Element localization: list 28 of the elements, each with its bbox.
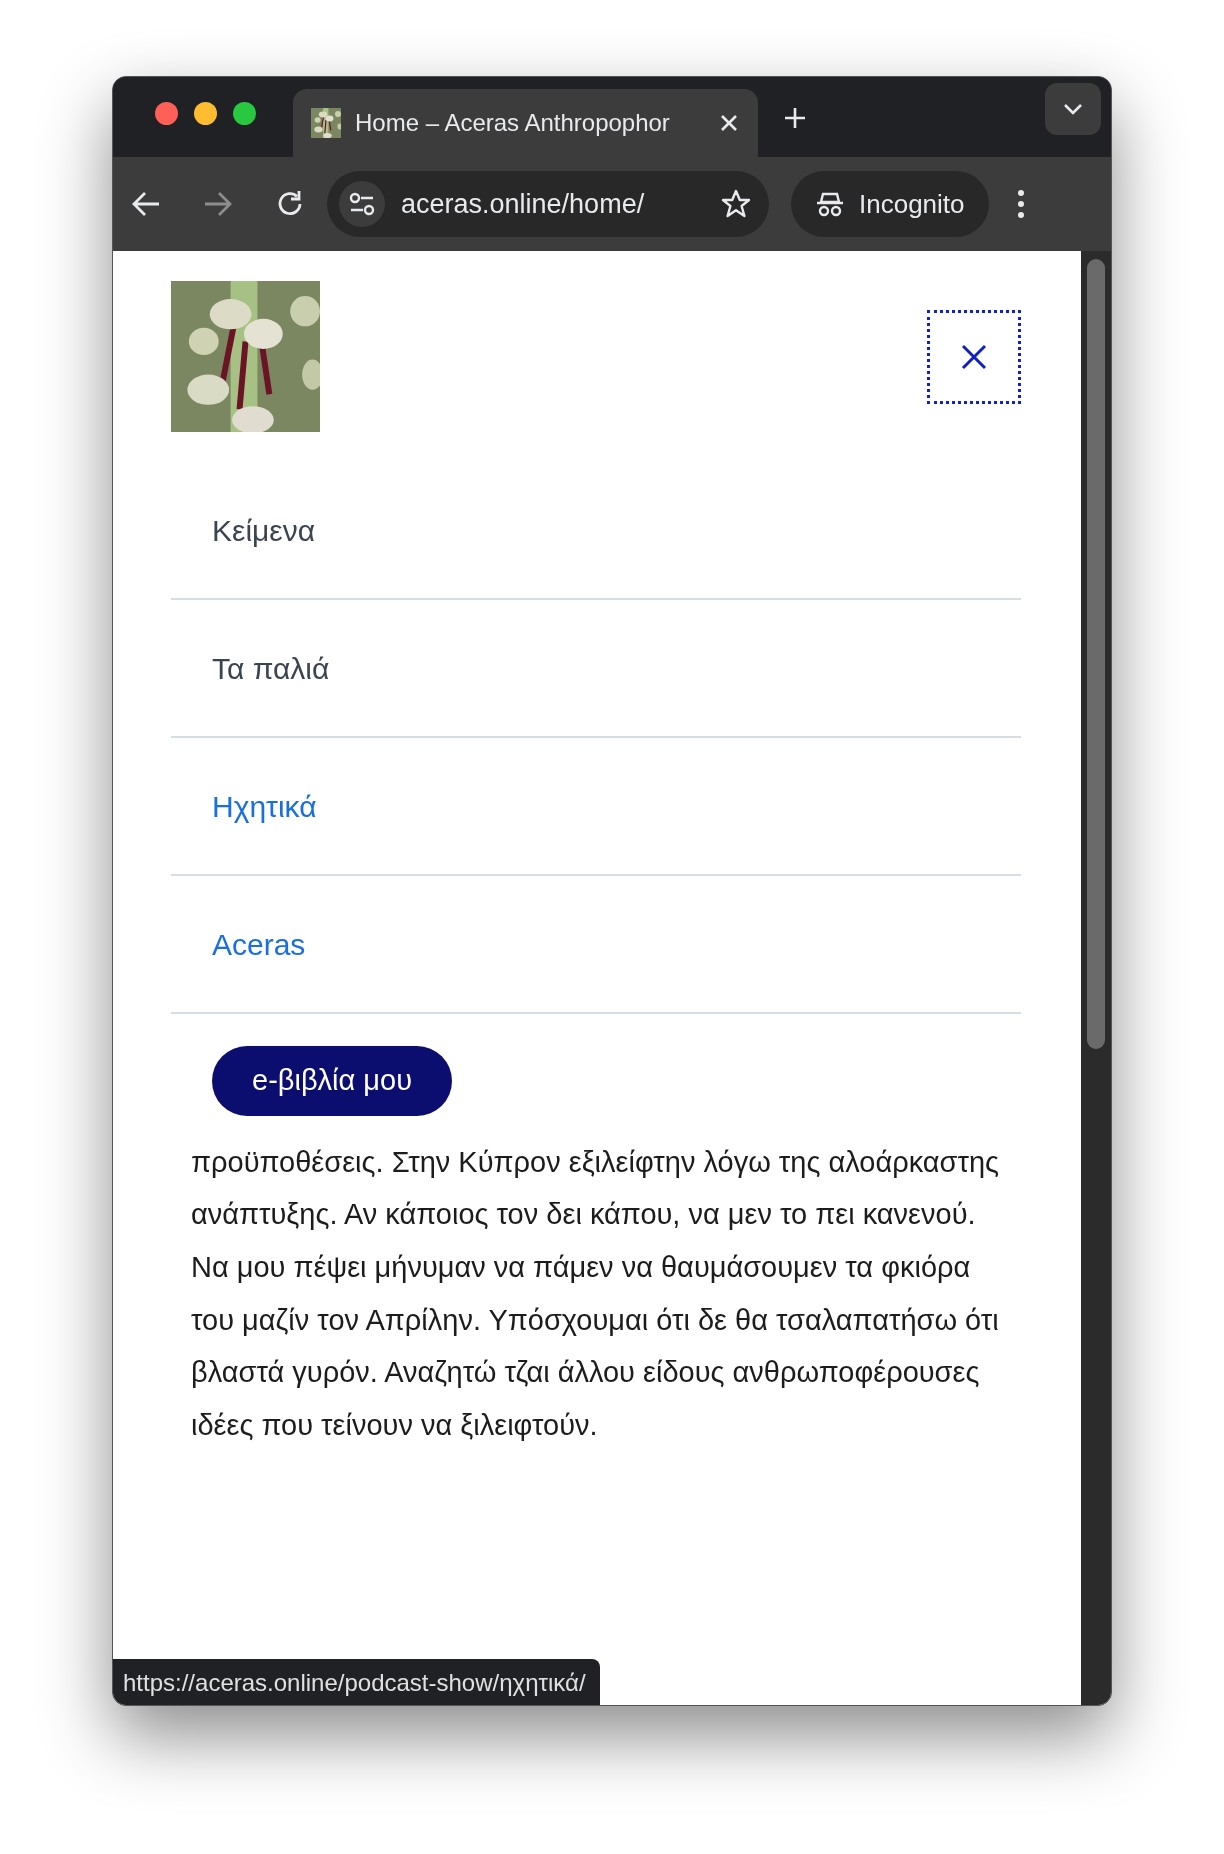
maximize-button[interactable] bbox=[233, 102, 256, 125]
forward-icon[interactable] bbox=[203, 190, 233, 218]
menu-link[interactable]: Τα παλιά bbox=[212, 645, 330, 691]
close-menu-button[interactable] bbox=[927, 310, 1021, 404]
menu-icon[interactable] bbox=[1016, 189, 1025, 219]
address-bar[interactable]: aceras.online/home/ bbox=[327, 171, 769, 237]
browser-tab[interactable]: Home – Aceras Anthropophor bbox=[293, 89, 758, 157]
incognito-button[interactable]: Incognito bbox=[791, 171, 989, 237]
close-window-button[interactable] bbox=[155, 102, 178, 125]
back-icon[interactable] bbox=[131, 190, 161, 218]
site-settings-button[interactable] bbox=[339, 181, 385, 227]
chevron-down-icon bbox=[1063, 103, 1083, 115]
menu-link[interactable]: Ηχητικά bbox=[212, 783, 317, 829]
menu-link[interactable]: Κείμενα bbox=[212, 507, 316, 553]
sliders-icon bbox=[349, 192, 375, 216]
status-bar-url: https://aceras.online/podcast-show/ηχητικά/ bbox=[113, 1659, 600, 1705]
close-icon bbox=[960, 343, 988, 371]
ebooks-button[interactable]: e-βιβλία μου bbox=[212, 1046, 453, 1116]
tab-title: Home – Aceras Anthropophor bbox=[355, 108, 671, 138]
incognito-icon bbox=[815, 191, 845, 217]
minimize-button[interactable] bbox=[194, 102, 217, 125]
paragraph: προϋποθέσεις. Στην Κύπρον εξιλείφτην λόγω της αλοάρκαστης ανάπτυξης. Αν κάποιος τον δει κάπου, να μεν το πει κανενού. Να μου πέψει μήνυμαν να πάμεν να θαυμάσουμεν τα φκιόρα του μαζίν τον Απρίλην. Υπόσχουμαι ότι δε θα τσαλαπατήσω ότι βλαστά γυρόν. Αναζητώ τζαι άλλου είδους ανθρωποφέρουσες ιδέες που τείνουν να ξιλειφτούν. bbox=[190, 1144, 1001, 1443]
url-text: aceras.online/home/ bbox=[401, 187, 646, 221]
menu-link[interactable]: Aceras bbox=[212, 921, 306, 967]
star-icon[interactable] bbox=[721, 189, 751, 219]
plus-icon[interactable] bbox=[782, 105, 808, 131]
scrollbar-thumb[interactable] bbox=[1087, 259, 1105, 1049]
tab-search-button[interactable] bbox=[1045, 83, 1101, 135]
